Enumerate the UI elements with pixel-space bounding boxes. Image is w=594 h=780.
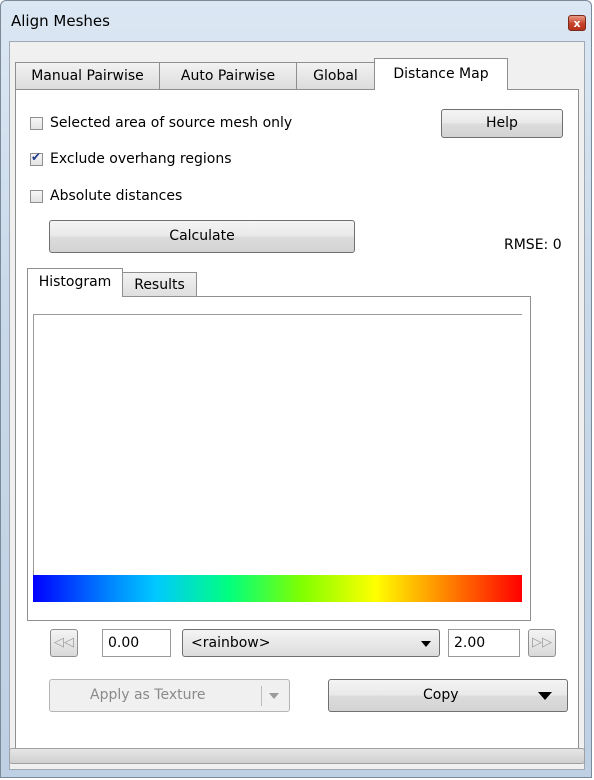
tab-global[interactable]: Global xyxy=(296,62,375,89)
colormap-bar xyxy=(33,575,522,602)
tab-label: Histogram xyxy=(38,274,112,290)
align-meshes-window: Align Meshes x Manual Pairwise Auto Pair… xyxy=(0,0,592,778)
histogram-plot xyxy=(33,314,522,576)
prev-button[interactable]: ◁◁ xyxy=(50,629,78,657)
tab-label: Distance Map xyxy=(393,66,489,82)
max-value: 2.00 xyxy=(454,635,486,651)
apply-texture-button[interactable]: Apply as Texture xyxy=(49,679,290,712)
chevron-down-icon xyxy=(421,641,431,647)
fast-forward-icon: ▷▷ xyxy=(532,635,552,650)
tab-label: Auto Pairwise xyxy=(180,68,276,84)
exclude-overhang-checkbox[interactable] xyxy=(30,150,43,166)
exclude-overhang-label: Exclude overhang regions xyxy=(50,151,232,167)
chevron-down-icon xyxy=(269,693,279,699)
colormap-selected: <rainbow> xyxy=(191,635,271,651)
min-value: 0.00 xyxy=(108,635,140,651)
calculate-label: Calculate xyxy=(169,228,235,244)
dialog-client: Manual Pairwise Auto Pairwise Global Dis… xyxy=(9,41,585,770)
progress-bar xyxy=(9,748,585,764)
min-value-field[interactable]: 0.00 xyxy=(102,629,171,657)
help-label: Help xyxy=(486,115,518,131)
calculate-button[interactable]: Calculate xyxy=(49,220,355,253)
chevron-down-icon xyxy=(538,692,552,700)
tab-label: Results xyxy=(134,277,185,293)
tab-distance-map[interactable]: Distance Map xyxy=(374,58,508,90)
tab-histogram[interactable]: Histogram xyxy=(27,268,123,297)
tab-label: Manual Pairwise xyxy=(31,68,144,84)
distance-map-panel: Selected area of source mesh only Exclud… xyxy=(15,89,579,755)
tab-manual-pairwise[interactable]: Manual Pairwise xyxy=(15,62,160,89)
copy-label: Copy xyxy=(423,687,459,703)
max-value-field[interactable]: 2.00 xyxy=(448,629,520,657)
help-button[interactable]: Help xyxy=(441,109,563,138)
histogram-panel xyxy=(27,296,531,621)
rewind-icon: ◁◁ xyxy=(54,635,74,650)
tab-label: Global xyxy=(313,68,358,84)
apply-texture-label: Apply as Texture xyxy=(90,687,206,703)
close-icon: x xyxy=(573,17,581,30)
rmse-value: RMSE: 0 xyxy=(504,237,562,253)
title-bar[interactable]: Align Meshes x xyxy=(1,1,591,41)
exclude-overhang-option[interactable]: Exclude overhang regions xyxy=(30,149,232,169)
absolute-distances-checkbox[interactable] xyxy=(30,189,43,203)
close-button[interactable]: x xyxy=(568,15,586,31)
selected-area-checkbox[interactable] xyxy=(30,116,43,130)
absolute-distances-label: Absolute distances xyxy=(50,188,183,204)
next-button[interactable]: ▷▷ xyxy=(528,629,556,657)
colormap-select[interactable]: <rainbow> xyxy=(182,629,440,657)
split-divider xyxy=(261,686,262,706)
tab-results[interactable]: Results xyxy=(122,272,197,297)
copy-button[interactable]: Copy xyxy=(328,679,568,712)
tab-auto-pairwise[interactable]: Auto Pairwise xyxy=(159,62,297,89)
window-title: Align Meshes xyxy=(11,12,110,30)
selected-area-option[interactable]: Selected area of source mesh only xyxy=(30,113,292,133)
absolute-distances-option[interactable]: Absolute distances xyxy=(30,186,182,206)
selected-area-label: Selected area of source mesh only xyxy=(50,115,293,131)
